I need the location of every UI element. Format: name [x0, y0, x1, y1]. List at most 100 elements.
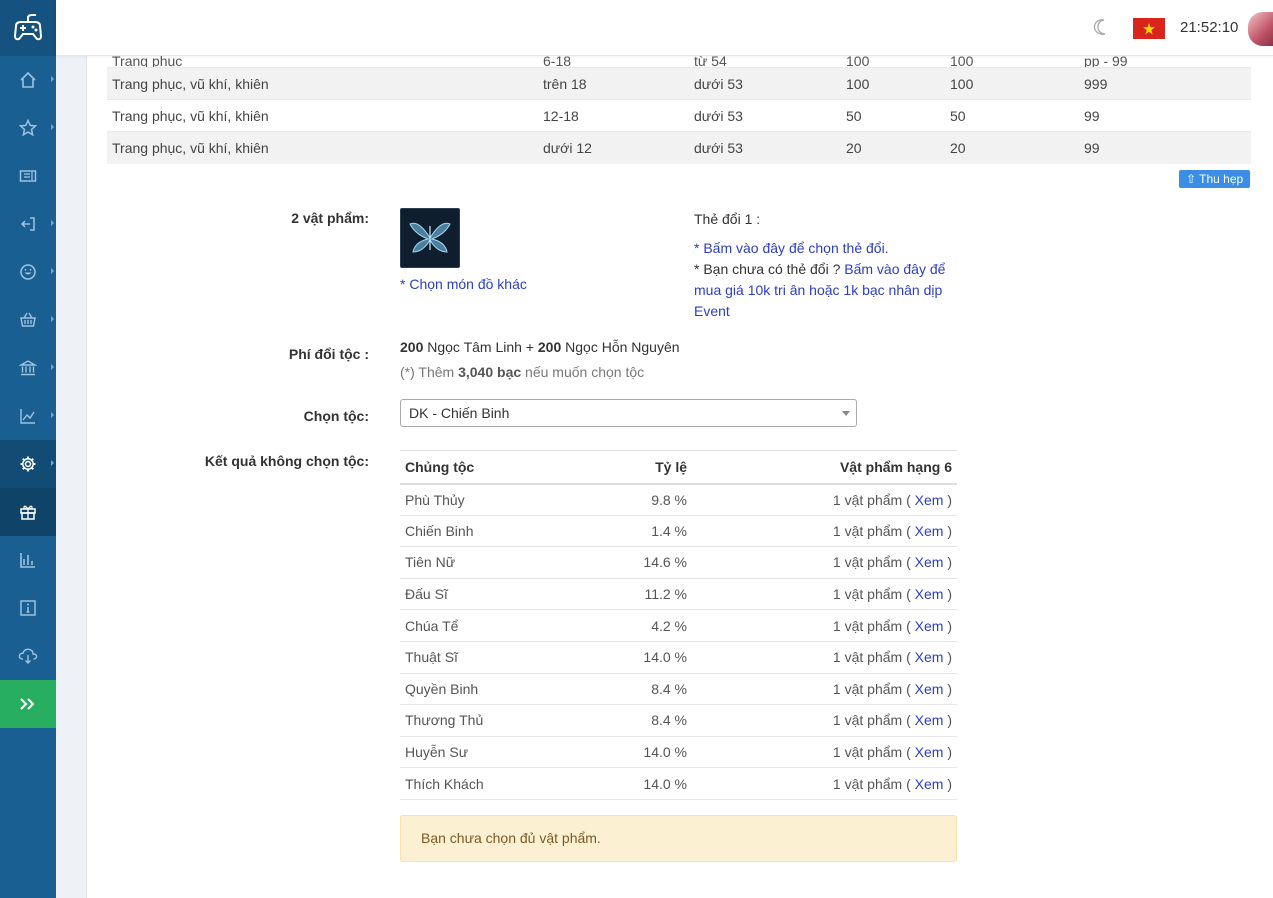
- paren-close: ): [947, 522, 952, 539]
- view-link[interactable]: Xem: [915, 492, 944, 508]
- item-count: 1 vật phẩm (: [832, 712, 911, 729]
- sidebar-item-tickets[interactable]: [0, 152, 56, 200]
- table-cell: dưới 53: [689, 99, 841, 132]
- item-count: 1 vật phẩm (: [832, 744, 911, 761]
- view-link[interactable]: Xem: [915, 744, 944, 760]
- item-cell: 1 vật phẩm ( Xem ): [692, 515, 957, 548]
- item-cell: 1 vật phẩm ( Xem ): [692, 673, 957, 706]
- race-cell: Chúa Tể: [400, 609, 600, 642]
- rate-cell: 8.4 %: [600, 673, 692, 706]
- item-count: 1 vật phẩm (: [832, 775, 911, 792]
- view-link[interactable]: Xem: [915, 586, 944, 602]
- race-select[interactable]: DK - Chiến Binh: [400, 399, 857, 427]
- choose-swap-card-link[interactable]: * Bấm vào đây để chọn thẻ đổi.: [694, 240, 889, 256]
- rate-cell: 1.4 %: [600, 515, 692, 548]
- home-icon: [20, 71, 36, 88]
- sidebar-item-favorites[interactable]: [0, 104, 56, 152]
- item-thumbnail[interactable]: [400, 208, 460, 268]
- equipment-table: Trang phục 6-18 từ 54 100 100 pp - 99 Tr…: [107, 56, 1251, 164]
- item-cell: 1 vật phẩm ( Xem ): [692, 609, 957, 642]
- paren-close: ): [947, 649, 952, 666]
- view-link[interactable]: Xem: [915, 681, 944, 697]
- sidebar-item-shop[interactable]: [0, 296, 56, 344]
- table-row: Tiên Nữ 14.6 % 1 vật phẩm ( Xem ): [400, 546, 957, 579]
- sidebar-item-expand[interactable]: [0, 680, 56, 728]
- item-cell: 1 vật phẩm ( Xem ): [692, 483, 957, 516]
- language-flag-vn[interactable]: [1133, 18, 1165, 39]
- basket-icon: [20, 312, 36, 327]
- view-link[interactable]: Xem: [915, 618, 944, 634]
- collapse-button[interactable]: ⇧ Thu hẹp: [1179, 170, 1251, 188]
- item-cell: 1 vật phẩm ( Xem ): [692, 546, 957, 579]
- sidebar-item-ranking[interactable]: [0, 536, 56, 584]
- bar-chart-icon: [20, 553, 35, 568]
- race-cell: Huyễn Sư: [400, 736, 600, 769]
- table-cell: 100: [950, 56, 974, 68]
- fee-note: (*) Thêm 3,040 bạc nếu muốn chọn tộc: [400, 364, 644, 380]
- dark-mode-toggle[interactable]: [1092, 18, 1110, 39]
- choose-other-item-link[interactable]: * Chọn món đồ khác: [400, 276, 527, 292]
- table-row: Huyễn Sư 14.0 % 1 vật phẩm ( Xem ): [400, 736, 957, 769]
- sidebar-item-emoji[interactable]: [0, 248, 56, 296]
- clock: 21:52:10: [1180, 19, 1239, 36]
- table-cell: từ 54: [694, 56, 727, 68]
- column-header-item: Vật phẩm hạng 6: [692, 450, 957, 485]
- view-link[interactable]: Xem: [915, 776, 944, 792]
- view-link[interactable]: Xem: [915, 649, 944, 665]
- sidebar-item-download[interactable]: [0, 632, 56, 680]
- item-count: 1 vật phẩm (: [832, 586, 911, 603]
- table-row: Trang phục, vũ khí, khiên 12-18 dưới 53 …: [107, 99, 1251, 132]
- table-cell: Trang phục: [112, 56, 183, 68]
- table-row: Thích Khách 14.0 % 1 vật phẩm ( Xem ): [400, 767, 957, 800]
- table-cell: 100: [945, 67, 1079, 100]
- no-card-text: * Bạn chưa có thẻ đổi ?: [694, 261, 841, 277]
- avatar[interactable]: [1248, 12, 1273, 46]
- sidebar-item-info[interactable]: [0, 584, 56, 632]
- table-row: Trang phục, vũ khí, khiên dưới 12 dưới 5…: [107, 131, 1251, 164]
- star-icon: [19, 119, 37, 137]
- fee-item-2: Ngọc Hỗn Nguyên: [565, 339, 680, 355]
- race-cell: Tiên Nữ: [400, 546, 600, 579]
- fee-note-suffix: nếu muốn chọn tộc: [525, 364, 645, 380]
- view-link[interactable]: Xem: [915, 712, 944, 728]
- sidebar-item-settings[interactable]: [0, 440, 56, 488]
- item-cell: 1 vật phẩm ( Xem ): [692, 578, 957, 611]
- table-cell: 999: [1079, 67, 1251, 100]
- sidebar-item-bank[interactable]: [0, 344, 56, 392]
- table-cell: Trang phục, vũ khí, khiên: [107, 67, 538, 100]
- race-cell: Đấu Sĩ: [400, 578, 600, 611]
- rate-cell: 14.0 %: [600, 736, 692, 769]
- item-cell: 1 vật phẩm ( Xem ): [692, 641, 957, 674]
- view-link[interactable]: Xem: [915, 523, 944, 539]
- item-cell: 1 vật phẩm ( Xem ): [692, 704, 957, 737]
- view-link[interactable]: Xem: [915, 554, 944, 570]
- table-cell: dưới 53: [689, 131, 841, 164]
- table-cell: dưới 53: [689, 67, 841, 100]
- table-cell: trên 18: [538, 67, 689, 100]
- sidebar-item-stats[interactable]: [0, 392, 56, 440]
- table-cell: 100: [846, 56, 870, 68]
- logo[interactable]: [0, 0, 56, 56]
- race-cell: Thuật Sĩ: [400, 641, 600, 674]
- table-cell: dưới 12: [538, 131, 689, 164]
- sidebar-item-gifts[interactable]: [0, 488, 56, 536]
- logout-icon: [20, 217, 35, 231]
- main-card: Trang phục 6-18 từ 54 100 100 pp - 99 Tr…: [86, 56, 1273, 898]
- moon-icon: [1093, 19, 1106, 35]
- warning-alert: Bạn chưa chọn đủ vật phẩm.: [400, 815, 957, 862]
- item-count: 1 vật phẩm (: [832, 554, 911, 571]
- item-cell: 1 vật phẩm ( Xem ): [692, 767, 957, 800]
- table-cell: 50: [945, 99, 1079, 132]
- fee-note-amount: 3,040 bạc: [458, 364, 522, 380]
- sidebar-item-logout[interactable]: [0, 200, 56, 248]
- double-chevron-icon: [20, 698, 35, 710]
- rate-cell: 14.0 %: [600, 641, 692, 674]
- sidebar: [0, 0, 56, 898]
- table-header-row: Chủng tộc Tỷ lệ Vật phẩm hạng 6: [400, 450, 957, 485]
- table-row: Đấu Sĩ 11.2 % 1 vật phẩm ( Xem ): [400, 578, 957, 611]
- paren-close: ): [947, 680, 952, 697]
- table-row: Chiến Binh 1.4 % 1 vật phẩm ( Xem ): [400, 515, 957, 548]
- fee-label: Phí đổi tộc :: [288, 346, 369, 362]
- table-cell: Trang phục, vũ khí, khiên: [107, 99, 538, 132]
- sidebar-item-home[interactable]: [0, 56, 56, 104]
